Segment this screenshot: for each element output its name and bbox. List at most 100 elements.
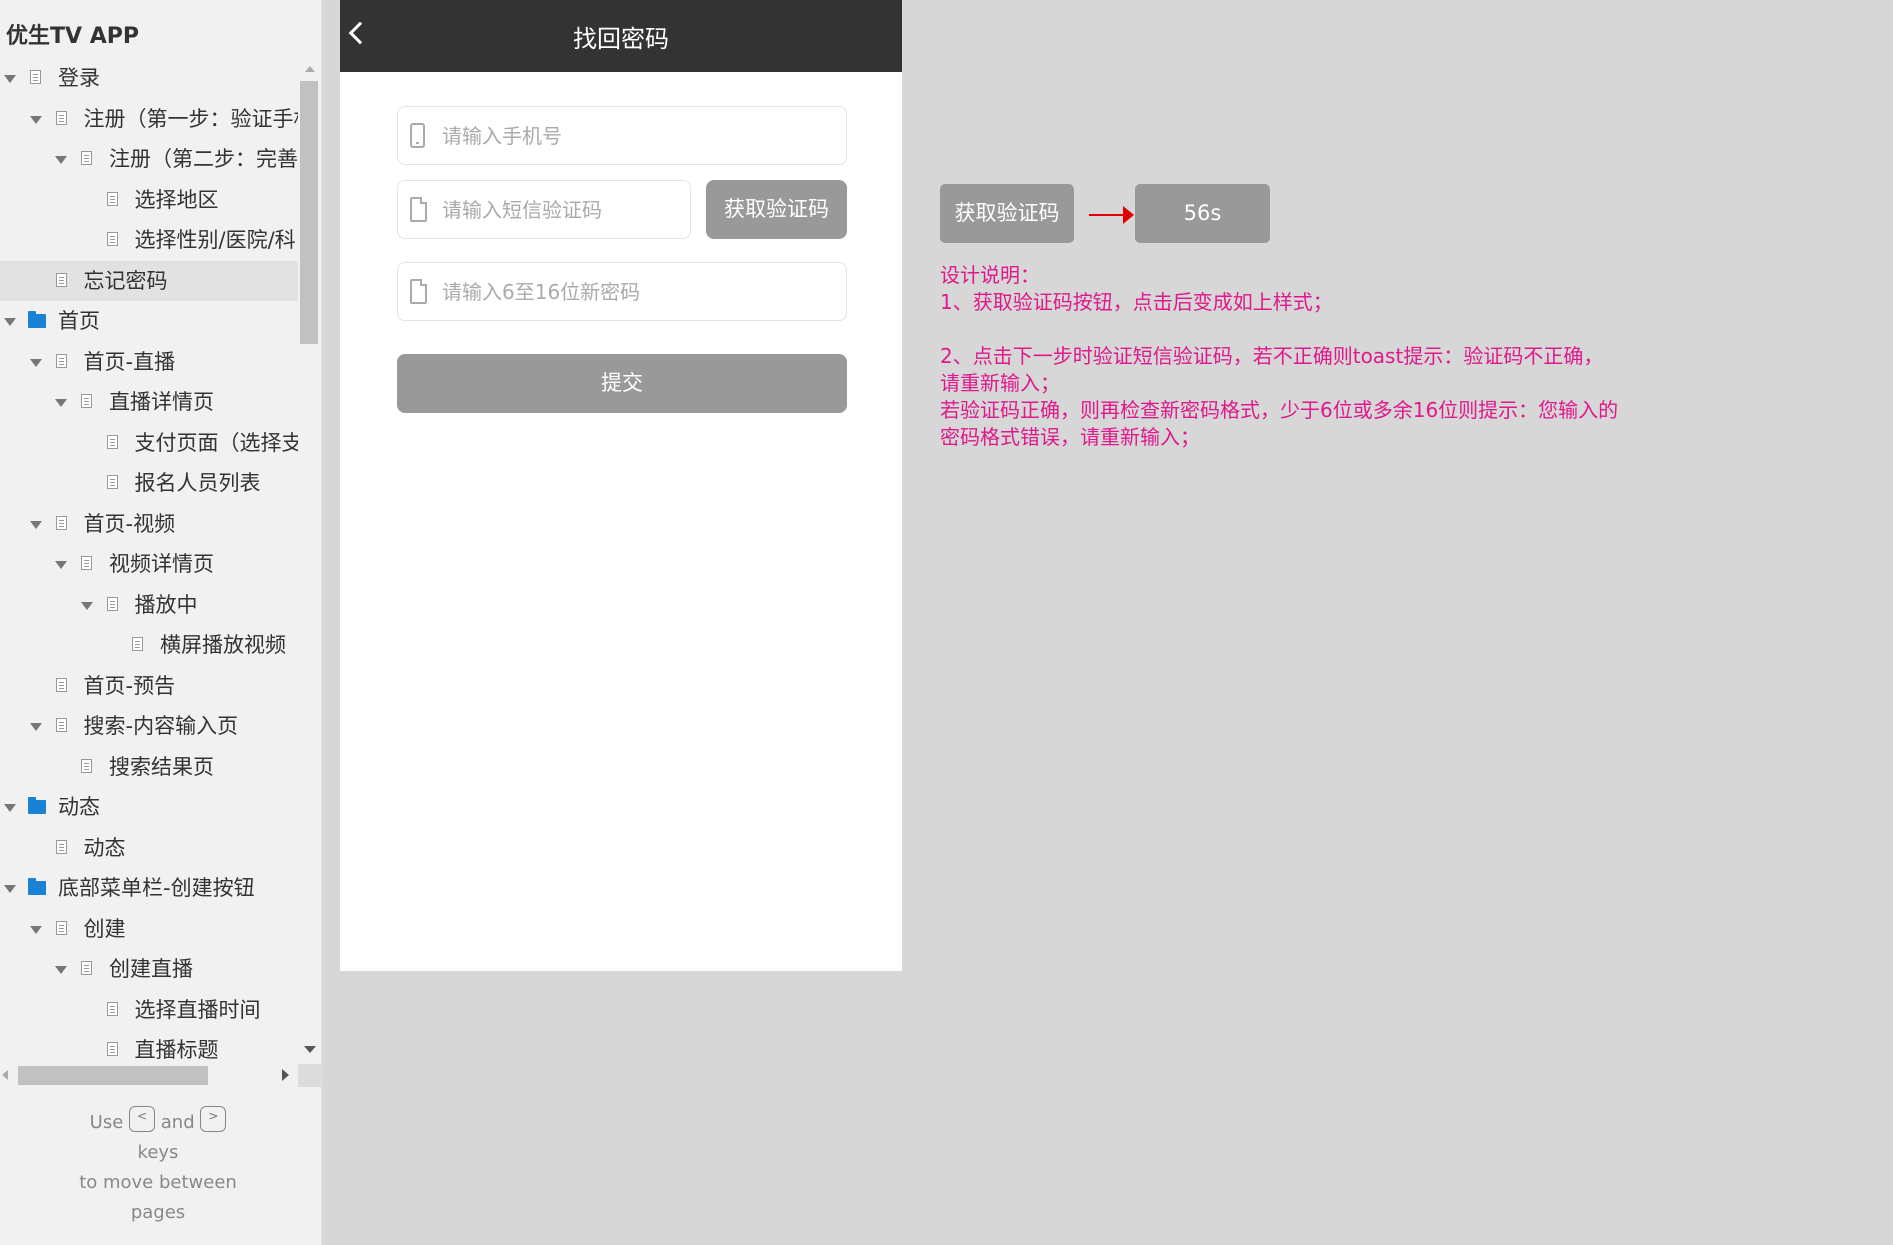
tree-item[interactable]: 首页-直播 [0,342,298,383]
mobile-phone-icon [410,123,425,148]
sidebar: 优生TV APP 登录 注册（第一步：验证手机 注册（第二步：完善 选择地区 选择性别/… [0,0,322,1245]
page-icon [81,151,92,165]
tree-item-label: 选择直播时间 [134,997,261,1022]
expand-arrow-icon[interactable] [29,358,42,367]
tree-item[interactable]: 注册（第一步：验证手机 [0,99,298,140]
page-icon [106,475,118,489]
tree-item[interactable]: 底部菜单栏-创建按钮 [0,868,298,909]
page-icon [55,718,67,732]
tree-item-label: 直播详情页 [109,390,214,414]
tree-item[interactable]: 首页-预告 [0,666,298,707]
page-icon [106,191,118,206]
page-icon [55,110,67,125]
new-password-input[interactable]: 请输入6至16位新密码 [397,262,847,321]
new-password-placeholder: 请输入6至16位新密码 [442,280,641,304]
design-note-line: 1、获取验证码按钮，点击后变成如上样式； [940,290,1333,314]
get-code-button[interactable]: 获取验证码 [706,180,847,239]
expand-arrow-icon[interactable] [29,723,42,731]
tree-item-label: 支付页面（选择支 [134,430,299,455]
tree-item[interactable]: 直播标题 [0,1030,298,1060]
tree-item-label: 选择性别/医院/科 [134,228,296,252]
tree-item[interactable]: 搜索-内容输入页 [0,706,298,747]
keys-hint-line2: to move between [79,1172,237,1193]
get-code-button-before: 获取验证码 [940,184,1074,243]
tree-item-label: 首页-视频 [83,511,176,536]
vertical-scrollbar[interactable] [298,58,321,1060]
tree-item[interactable]: 登录 [0,58,298,99]
tree-item[interactable]: 播放中 [0,585,298,626]
tree-item[interactable]: 首页-视频 [0,504,298,545]
page-icon [30,70,41,84]
prev-key-icon: < [129,1106,156,1132]
page-icon [81,556,92,570]
submit-button[interactable]: 提交 [397,354,847,413]
design-note-line: 若验证码正确，则再检查新密码格式，少于6位或多余16位则提示：您输入的密码格式错… [940,398,1619,449]
tree-item-label: 登录 [58,66,100,90]
page-icon [55,677,67,692]
tree-item-label: 创建 [83,916,126,941]
page-icon [55,515,67,530]
page-icon [81,758,92,773]
tree-item[interactable]: 动态 [0,787,298,828]
page-icon [55,920,67,935]
tree-item[interactable]: 搜索结果页 [0,747,298,788]
tree-item[interactable]: 报名人员列表 [0,463,298,504]
arrow-line [1089,214,1124,216]
tree-item[interactable]: 首页 [0,301,298,342]
design-note-line: 设计说明： [940,263,1040,287]
note-spacer [940,316,1620,343]
expand-arrow-icon[interactable] [55,156,67,164]
page-icon [55,353,67,368]
expand-arrow-icon[interactable] [80,601,93,610]
tree-item[interactable]: 注册（第二步：完善 [0,139,298,180]
tree-item[interactable]: 视频详情页 [0,544,298,585]
expand-arrow-icon[interactable] [55,561,67,569]
scroll-left-arrow-icon[interactable] [2,1070,8,1080]
tree-item[interactable]: 创建直播 [0,949,298,990]
expand-arrow-icon[interactable] [55,966,67,974]
expand-arrow-icon[interactable] [4,75,16,83]
tree-item-label: 动态 [58,795,100,819]
scroll-right-arrow-icon[interactable] [282,1069,289,1081]
tree-item-label: 直播标题 [134,1038,219,1060]
expand-arrow-icon[interactable] [4,885,16,893]
phone-number-placeholder: 请输入手机号 [442,124,562,148]
expand-arrow-icon[interactable] [4,318,16,326]
tree-item[interactable]: 选择地区 [0,180,298,221]
expand-arrow-icon[interactable] [55,399,67,407]
expand-arrow-icon[interactable] [29,925,42,934]
expand-arrow-icon[interactable] [29,115,42,124]
page-tree: 登录注册（第一步：验证手机 注册（第二步：完善 选择地区选择性别/医院/科忘记密码首… [0,58,298,1060]
page-icon [106,1042,118,1056]
tree-item-label: 首页 [58,309,100,333]
horizontal-scroll-thumb[interactable] [18,1066,208,1085]
tree-item-label: 报名人员列表 [134,471,261,495]
tree-item[interactable]: 直播详情页 [0,382,298,423]
phone-header: 找回密码 [340,0,902,72]
tree-item[interactable]: 选择直播时间 [0,990,298,1031]
tree-item[interactable]: 忘记密码 [0,260,298,301]
expand-arrow-icon[interactable] [29,520,42,529]
tree-item-label: 忘记密码 [83,268,168,293]
scroll-up-arrow-icon[interactable] [305,66,315,72]
sms-code-input[interactable]: 请输入短信验证码 [397,180,691,239]
scroll-down-arrow-icon[interactable] [304,1046,316,1053]
arrow-right-icon [1123,206,1134,224]
horizontal-scrollbar[interactable] [0,1064,298,1087]
page-icon [132,637,143,651]
tree-item[interactable]: 创建 [0,909,298,950]
tree-item-label: 横屏播放视频 [160,633,286,657]
phone-number-input[interactable]: 请输入手机号 [397,106,847,165]
vertical-scroll-thumb[interactable] [300,81,318,344]
keys-hint-use: Use [89,1112,124,1133]
tree-item[interactable]: 选择性别/医院/科 [0,220,298,261]
tree-item[interactable]: 动态 [0,828,298,869]
tree-item[interactable]: 支付页面（选择支 [0,423,298,464]
scroll-corner [298,1064,321,1087]
keys-hint-keys: keys [137,1142,179,1163]
expand-arrow-icon[interactable] [4,804,16,812]
keys-hint-and: and [160,1112,195,1133]
tree-item-label: 播放中 [134,592,198,617]
tree-item-label: 动态 [83,835,126,860]
tree-item[interactable]: 横屏播放视频 [0,625,298,666]
